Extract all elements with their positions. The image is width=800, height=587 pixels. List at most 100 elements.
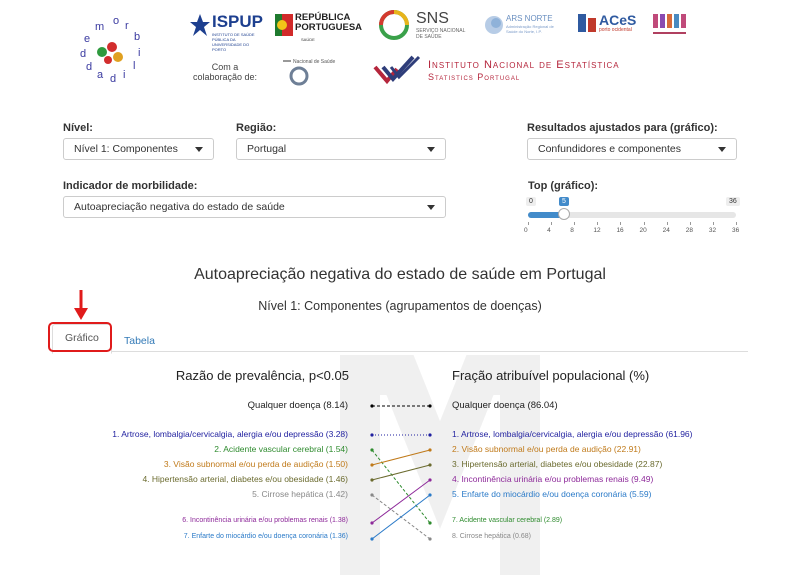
tabs-divider (52, 351, 748, 352)
svg-text:e: e (84, 33, 90, 45)
sns-name: SNS (416, 10, 449, 27)
slider-tick-label: 24 (662, 227, 670, 234)
slope-point (428, 448, 432, 452)
left-rank-item: 2. Acidente vascular cerebral (1.54) (214, 444, 348, 454)
sns-logo: SNS SERVIÇO NACIONAL DE SAÚDE (378, 10, 468, 44)
slope-point (428, 521, 432, 525)
right-rank-item: 7. Acidente vascular cerebral (2.89) (452, 517, 563, 524)
svg-text:o: o (113, 15, 119, 27)
ars-name: ARS NORTE (506, 14, 553, 23)
slider-tick-label: 4 (547, 227, 551, 234)
right-rank-item: 3. Hipertensão arterial, diabetes e/ou o… (452, 459, 663, 469)
aces-sub: porto ocidental (599, 27, 632, 33)
page-title: Autoapreciação negativa do estado de saú… (194, 266, 606, 283)
resultados-select-value: Confundidores e componentes (538, 143, 682, 155)
slider-current-label: 5 (559, 197, 569, 206)
resultados-label: Resultados ajustados para (gráfico): (527, 122, 718, 134)
svg-text:i: i (123, 69, 125, 81)
slider-tick-label: 0 (524, 227, 528, 234)
ispup-logo: ISPUP INSTITUTO DE SAÚDE PÚBLICA DA UNIV… (190, 12, 264, 52)
red-arrow-icon (74, 290, 88, 320)
svg-text:b: b (134, 31, 140, 43)
aces-emblem-icon (578, 14, 596, 32)
ine-emblem-icon (373, 55, 421, 85)
right-axis-title: Fração atribuível populacional (%) (452, 368, 650, 383)
left-rank-item: 3. Visão subnormal e/ou perda de audição… (163, 459, 348, 469)
left-rank-item: 6. Incontinência urinária e/ou problemas… (182, 517, 348, 524)
slider-tick (643, 222, 645, 225)
resultados-select[interactable]: Confundidores e componentes (527, 138, 737, 160)
flag-emblem-icon (275, 14, 293, 36)
slider-tick (574, 222, 576, 225)
slider-tick (597, 222, 599, 225)
slider-tick-label: 28 (685, 227, 693, 234)
left-axis-title: Razão de prevalência, p<0.05 (175, 368, 349, 383)
slope-point (370, 478, 374, 482)
ars-sub: Administração Regional de Saúde do Norte… (506, 24, 554, 34)
slider-tick-label: 16 (616, 227, 624, 234)
top-slider-handle[interactable] (558, 208, 570, 220)
slope-point (370, 448, 374, 452)
ine-english-name: Statistics Portugal (428, 72, 521, 82)
svg-text:l: l (133, 60, 135, 72)
right-any-disease: Qualquer doença (86.04) (452, 400, 558, 411)
slope-point (370, 433, 374, 437)
slider-tick-label: 36 (732, 227, 740, 234)
regiao-select[interactable]: Portugal (236, 138, 446, 160)
people-logo (650, 10, 690, 40)
slider-min-label: 0 (526, 197, 536, 206)
ispup-tag: INSTITUTO DE SAÚDE PÚBLICA DA UNIVERSIDA… (212, 32, 255, 52)
page-subtitle: Nível 1: Componentes (agrupamentos de do… (258, 299, 542, 313)
slider-tick (736, 222, 737, 225)
slider-tick-label: 32 (708, 227, 717, 234)
slope-chart-svg (340, 355, 540, 575)
right-rank-item: 1. Artrose, lombalgia/cervicalgia, alerg… (452, 429, 693, 439)
left-rank-item: 5. Cirrose hepática (1.42) (252, 489, 348, 499)
demorbilidade-logo-graphic: d e m o r b i l i d a d (80, 15, 140, 85)
slope-point (428, 463, 432, 467)
indicador-label: Indicador de morbilidade: (63, 180, 198, 192)
top-label: Top (gráfico): (528, 180, 599, 192)
slope-point (428, 404, 432, 408)
aces-name: ACeS (599, 12, 637, 28)
svg-text:a: a (97, 69, 104, 81)
nivel-label: Nível: (63, 122, 93, 134)
republica-portuguesa-logo: REPÚBLICA PORTUGUESA SAÚDE (275, 12, 365, 46)
svg-text:i: i (138, 47, 140, 59)
ispup-name: ISPUP (212, 12, 264, 31)
slider-ticks: 0 4 8 12 16 20 24 28 32 36 (524, 222, 740, 238)
tab-tabela[interactable]: Tabela (124, 331, 155, 349)
right-rank-item: 8. Cirrose hepática (0.68) (452, 533, 531, 540)
slider-tick (528, 222, 529, 225)
svg-text:d: d (80, 48, 86, 60)
slope-point (428, 478, 432, 482)
slider-max-label: 36 (726, 197, 740, 206)
slider-tick (666, 222, 668, 225)
left-rank-item: 1. Artrose, lombalgia/cervicalgia, alerg… (112, 429, 348, 439)
nivel-select[interactable]: Nível 1: Componentes (63, 138, 214, 160)
slider-tick-label: 20 (639, 227, 647, 234)
slope-point (428, 493, 432, 497)
chevron-down-icon (718, 147, 726, 152)
left-rank-item: 4. Hipertensão arterial, diabetes e/ou o… (142, 474, 348, 484)
ins-saude-emblem-icon: Nacional de Saúde (283, 59, 335, 86)
indicador-select[interactable]: Autoapreciação negativa do estado de saú… (63, 196, 446, 218)
svg-text:Nacional de Saúde: Nacional de Saúde (293, 59, 335, 65)
sns-sub: SERVIÇO NACIONAL DE SAÚDE (416, 28, 466, 40)
slider-tick (620, 222, 622, 225)
chevron-down-icon (195, 147, 203, 152)
slope-point (428, 537, 432, 541)
slider-tick (712, 222, 714, 225)
people-group-icon (653, 14, 686, 34)
svg-text:d: d (86, 61, 92, 73)
left-any-disease: Qualquer doença (8.14) (247, 400, 348, 411)
slider-tick (551, 222, 553, 225)
svg-text:r: r (125, 20, 129, 32)
slider-tick (689, 222, 691, 225)
ispup-emblem-icon (190, 14, 210, 36)
regiao-label: Região: (236, 122, 277, 134)
slope-point (370, 493, 374, 497)
tab-tabela-label: Tabela (124, 335, 155, 347)
indicador-select-value: Autoapreciação negativa do estado de saú… (74, 201, 285, 213)
slope-point (370, 404, 374, 408)
